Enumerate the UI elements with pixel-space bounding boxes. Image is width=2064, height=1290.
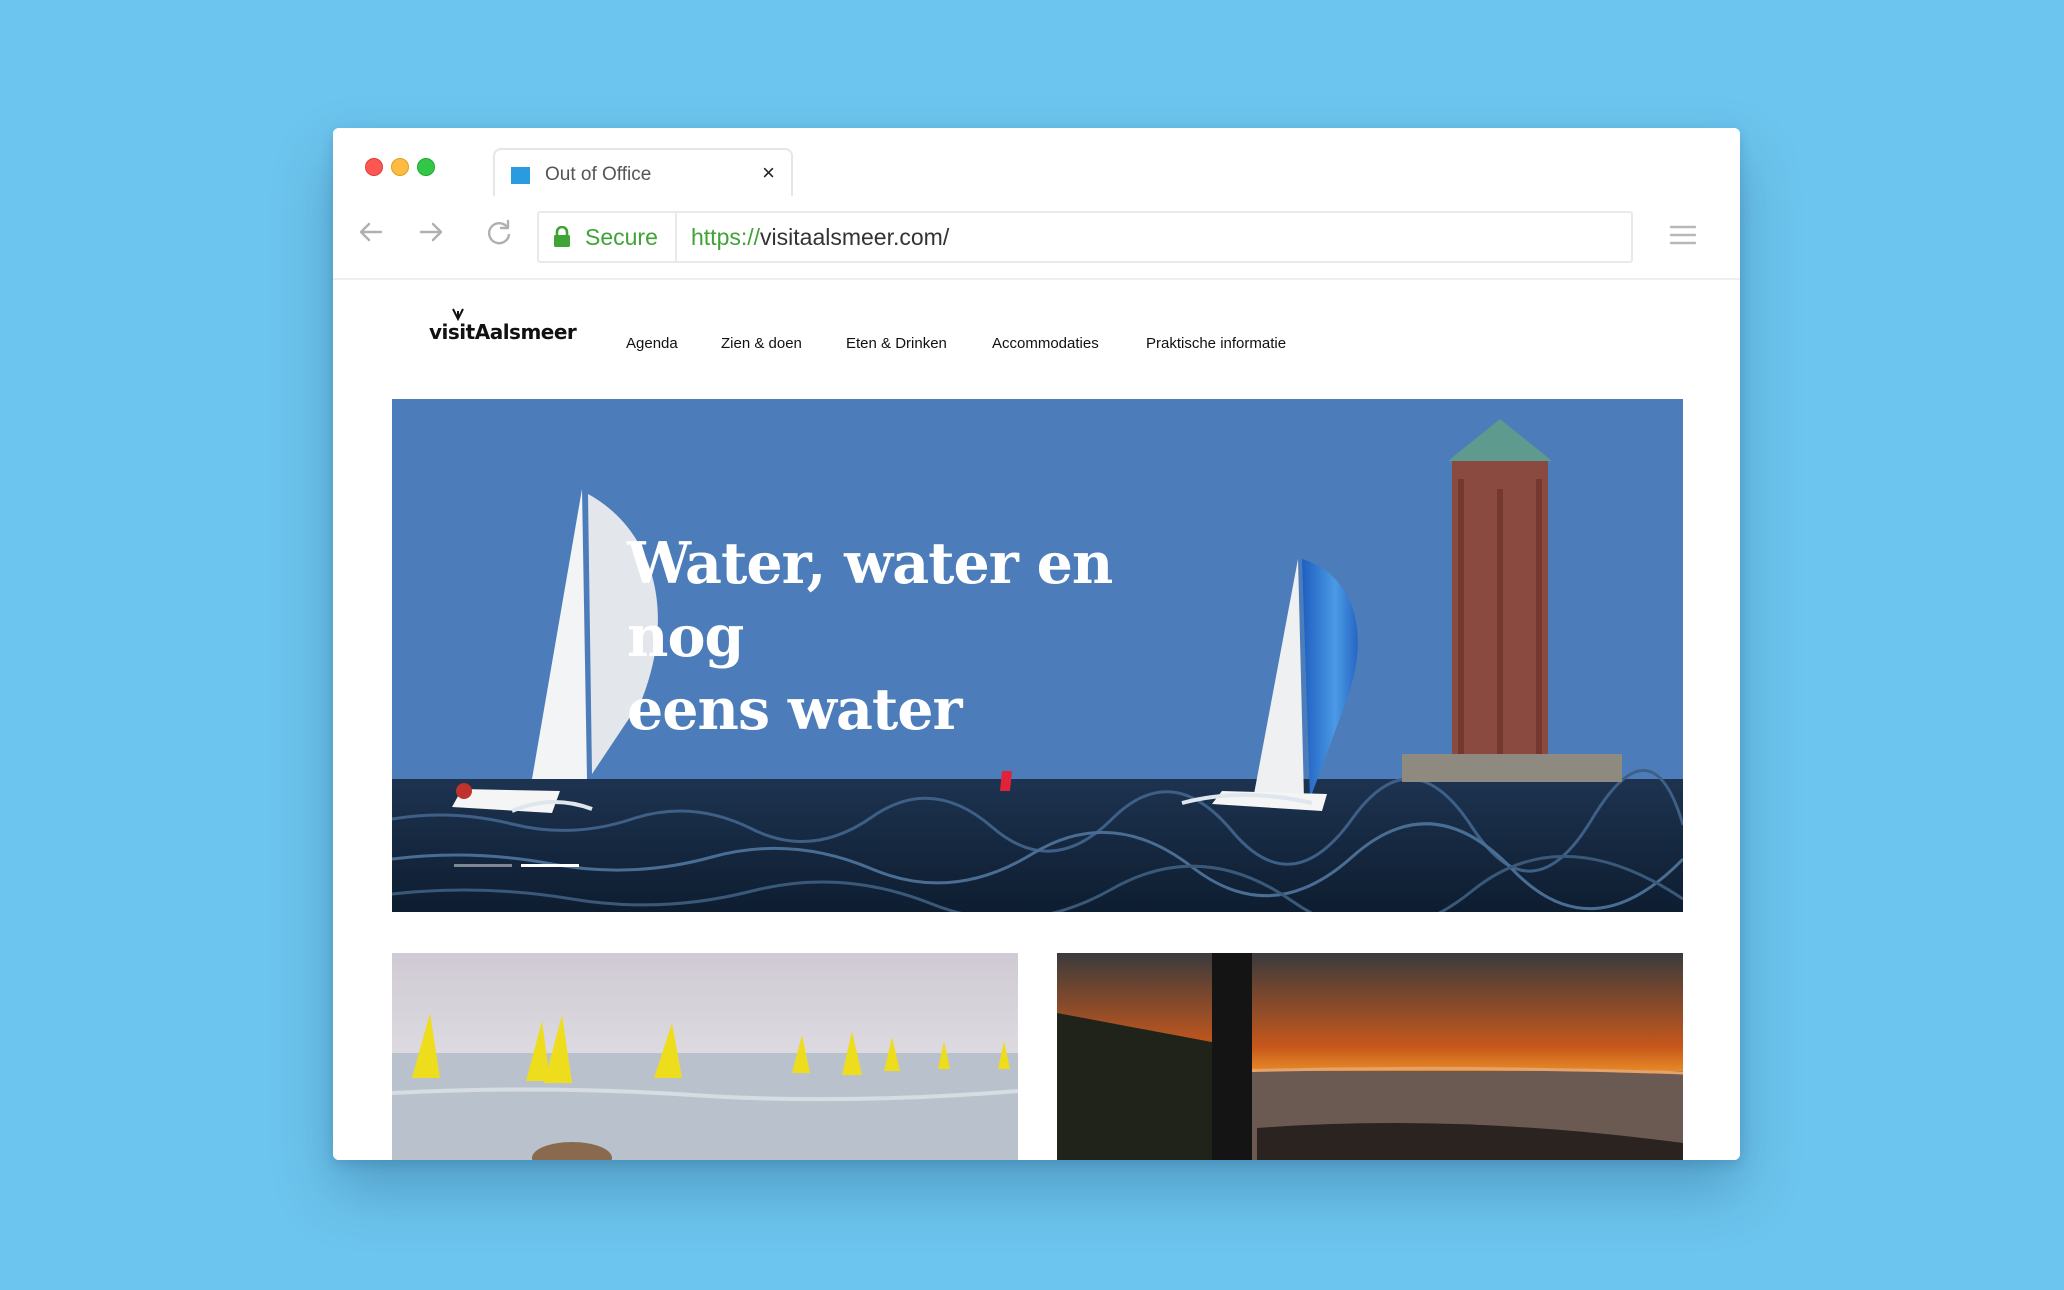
hero-title-line-1: Water, water en nog	[627, 530, 1113, 670]
close-window-button[interactable]	[365, 158, 383, 176]
tab-title: Out of Office	[545, 164, 652, 185]
site-logo[interactable]: visitAalsmeer	[429, 308, 577, 344]
hamburger-menu-icon[interactable]	[1669, 224, 1697, 251]
url-scheme: https://	[691, 224, 761, 250]
browser-window: Out of Office × Secure https://visitaals…	[333, 128, 1740, 1160]
hero-title-line-2: eens water	[627, 676, 963, 743]
url-domain: visitaalsmeer.com/	[760, 224, 950, 250]
maximize-window-button[interactable]	[417, 158, 435, 176]
close-tab-icon[interactable]: ×	[762, 162, 775, 184]
site-header: visitAalsmeer Agenda Zien & doen Eten & …	[333, 280, 1740, 398]
nav-accommodaties[interactable]: Accommodaties	[992, 335, 1099, 352]
card-sailing[interactable]	[392, 953, 1018, 1160]
arrow-left-icon[interactable]	[357, 218, 385, 246]
slide-indicator-2[interactable]	[521, 864, 579, 867]
secure-indicator[interactable]: Secure	[539, 213, 677, 261]
hero-title: Water, water en nog eens water	[627, 527, 1247, 746]
lock-icon	[554, 226, 570, 247]
nav-zien-doen[interactable]: Zien & doen	[721, 335, 802, 352]
browser-tab[interactable]: Out of Office ×	[493, 148, 793, 200]
card-sunset-image	[1057, 953, 1683, 1160]
browser-titlebar: Out of Office ×	[333, 128, 1740, 200]
arrow-right-icon[interactable]	[417, 218, 445, 246]
card-sailing-image	[392, 953, 1018, 1160]
nav-praktische-informatie[interactable]: Praktische informatie	[1146, 335, 1286, 352]
favicon-icon	[511, 167, 530, 184]
slide-indicator-1[interactable]	[454, 864, 512, 867]
tulip-icon	[451, 307, 465, 325]
reload-icon[interactable]	[485, 218, 513, 246]
hero-banner[interactable]: Water, water en nog eens water	[392, 399, 1683, 912]
address-bar[interactable]: Secure https://visitaalsmeer.com/	[537, 211, 1633, 263]
browser-toolbar: Secure https://visitaalsmeer.com/	[333, 196, 1740, 280]
logo-text-aalsmeer: Aalsmeer	[474, 320, 577, 344]
nav-eten-drinken[interactable]: Eten & Drinken	[846, 335, 947, 352]
url-text[interactable]: https://visitaalsmeer.com/	[691, 224, 949, 251]
secure-label: Secure	[585, 224, 658, 250]
card-sunset[interactable]	[1057, 953, 1683, 1160]
nav-agenda[interactable]: Agenda	[626, 335, 678, 352]
web-page: visitAalsmeer Agenda Zien & doen Eten & …	[333, 280, 1740, 1160]
minimize-window-button[interactable]	[391, 158, 409, 176]
